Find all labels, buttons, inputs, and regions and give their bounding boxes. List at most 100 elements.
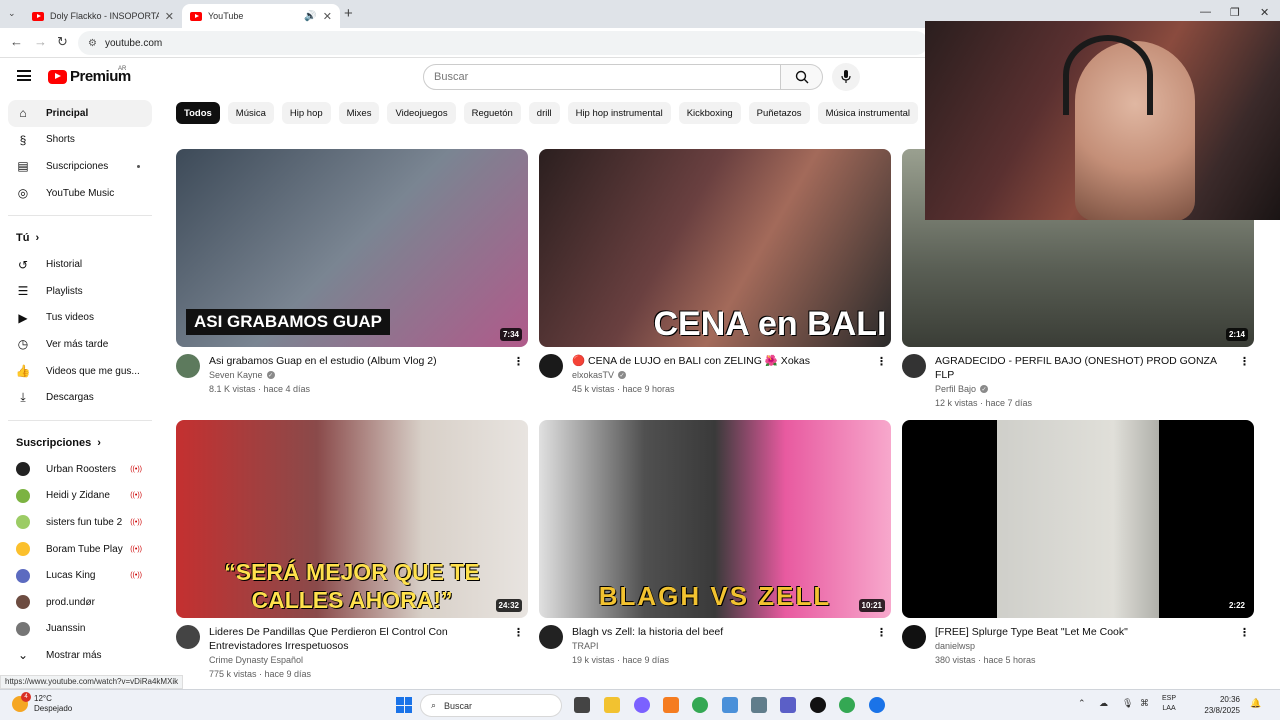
more-options-icon[interactable]: ⋮ (876, 355, 887, 368)
more-options-icon[interactable]: ⋮ (513, 355, 524, 368)
search-input[interactable] (434, 71, 780, 83)
video-title[interactable]: 🔴 CENA de LUJO en BALI con ZELING 🌺 Xoka… (572, 354, 891, 368)
chip-hip-hop[interactable]: Hip hop (281, 102, 331, 124)
more-options-icon[interactable]: ⋮ (1239, 626, 1250, 639)
sidebar-you-heading[interactable]: Tú › (8, 225, 152, 251)
sidebar-item-videos-que-me-gustan[interactable]: 👍 Videos que me gus... (8, 358, 152, 385)
channel-name[interactable]: elxokasTV (572, 370, 614, 380)
video-thumbnail[interactable]: ASI GRABAMOS GUAP 7:34 (176, 149, 528, 347)
url-field[interactable]: ⚙ youtube.com (78, 31, 928, 55)
video-thumbnail[interactable]: CENA en BALI (539, 149, 891, 347)
sidebar-show-more[interactable]: ⌄ Mostrar más (8, 642, 152, 669)
video-card[interactable]: “SERÁ MEJOR QUE TE CALLES AHORA!” 24:32 … (176, 420, 528, 679)
hamburger-menu-icon[interactable] (17, 70, 31, 81)
video-title[interactable]: [FREE] Splurge Type Beat "Let Me Cook" (935, 625, 1254, 639)
video-title[interactable]: AGRADECIDO - PERFIL BAJO (ONESHOT) PROD … (935, 354, 1254, 382)
video-title[interactable]: Lideres De Pandillas Que Perdieron El Co… (209, 625, 528, 653)
chevron-up-icon[interactable]: ⌃ (1078, 698, 1086, 709)
video-card[interactable]: BLAGH VS ZELL 10:21 Blagh vs Zell: la hi… (539, 420, 891, 665)
video-thumbnail[interactable]: “SERÁ MEJOR QUE TE CALLES AHORA!” 24:32 (176, 420, 528, 618)
channel-name[interactable]: Seven Kayne (209, 370, 263, 380)
tab-doly-flackko[interactable]: Doly Flackko - INSOPORTABLE ✕ (24, 4, 182, 28)
channel-name[interactable]: TRAPI (572, 641, 599, 651)
copilot-icon[interactable] (634, 697, 650, 713)
sidebar-item-principal[interactable]: ⌂ Principal (8, 100, 152, 127)
sidebar-sub-juanssin[interactable]: Juanssin (8, 616, 152, 643)
chip-todos[interactable]: Todos (176, 102, 220, 124)
network-icon[interactable]: ⌘ (1140, 698, 1149, 709)
sidebar-sub-lucas-king[interactable]: Lucas King ((•)) (8, 562, 152, 589)
sidebar-item-playlists[interactable]: ☰ Playlists (8, 278, 152, 305)
maximize-icon[interactable]: ❐ (1230, 6, 1240, 19)
close-tab-icon[interactable]: ✕ (165, 10, 174, 23)
chip-drill[interactable]: drill (528, 102, 560, 124)
youtube-premium-logo[interactable]: Premium AR (48, 66, 131, 85)
chip-musica-instrumental[interactable]: Música instrumental (817, 102, 919, 124)
chrome-icon[interactable] (692, 697, 708, 713)
sidebar-sub-boram-tube-play[interactable]: Boram Tube Play ((•)) (8, 536, 152, 563)
more-options-icon[interactable]: ⋮ (876, 626, 887, 639)
sidebar-item-shorts[interactable]: § Shorts (8, 127, 152, 154)
video-card[interactable]: 2:22 [FREE] Splurge Type Beat "Let Me Co… (902, 420, 1254, 665)
sidebar-subscriptions-heading[interactable]: Suscripciones › (8, 430, 152, 456)
sidebar-item-descargas[interactable]: ⤓ Descargas (8, 384, 152, 411)
chip-kickboxing[interactable]: Kickboxing (678, 102, 741, 124)
channel-name[interactable]: Crime Dynasty Español (209, 655, 303, 665)
video-thumbnail[interactable]: BLAGH VS ZELL 10:21 (539, 420, 891, 618)
chip-regueton[interactable]: Reguetón (463, 102, 521, 124)
minimize-icon[interactable]: — (1200, 6, 1211, 18)
back-icon[interactable]: ← (10, 34, 23, 49)
taskbar-search[interactable]: ⌕ Buscar (420, 694, 562, 717)
channel-name[interactable]: Perfil Bajo (935, 384, 976, 394)
sidebar-sub-sisters-fun-tube-2[interactable]: sisters fun tube 2 ((•)) (8, 509, 152, 536)
site-settings-icon[interactable]: ⚙ (88, 38, 97, 49)
sidebar-item-ver-mas-tarde[interactable]: ◷ Ver más tarde (8, 331, 152, 358)
calculator-icon[interactable] (751, 697, 767, 713)
language-indicator[interactable]: ESP LAA (1162, 694, 1176, 714)
chrome-icon[interactable] (839, 697, 855, 713)
app-icon[interactable] (663, 697, 679, 713)
sidebar-item-suscripciones[interactable]: ▤ Suscripciones (8, 153, 152, 180)
channel-avatar[interactable] (176, 625, 200, 649)
sidebar-sub-heidi-y-zidane[interactable]: Heidi y Zidane ((•)) (8, 483, 152, 510)
sidebar-sub-prod-undor[interactable]: prod.undør (8, 589, 152, 616)
channel-avatar[interactable] (176, 354, 200, 378)
video-title[interactable]: Blagh vs Zell: la historia del beef (572, 625, 891, 639)
chip-hip-hop-instrumental[interactable]: Hip hop instrumental (567, 102, 671, 124)
new-tab-icon[interactable]: + (344, 5, 353, 22)
video-thumbnail[interactable]: 2:22 (902, 420, 1254, 618)
close-window-icon[interactable]: ✕ (1260, 6, 1269, 19)
snipping-tool-icon[interactable] (722, 697, 738, 713)
voice-search-button[interactable] (832, 63, 860, 91)
windows-start-icon[interactable] (396, 697, 412, 713)
app-icon[interactable] (810, 697, 826, 713)
sidebar-item-youtube-music[interactable]: ◎ YouTube Music (8, 180, 152, 207)
chip-videojuegos[interactable]: Videojuegos (387, 102, 456, 124)
channel-avatar[interactable] (902, 625, 926, 649)
search-box[interactable] (423, 64, 781, 90)
forward-icon[interactable]: → (34, 34, 47, 49)
search-button[interactable] (781, 64, 823, 90)
chip-musica[interactable]: Música (227, 102, 274, 124)
tab-youtube[interactable]: YouTube 🔊 ✕ (182, 4, 340, 28)
video-card[interactable]: CENA en BALI 🔴 CENA de LUJO en BALI con … (539, 149, 891, 394)
microphone-icon[interactable]: 🎙 (1122, 698, 1133, 709)
speaker-icon[interactable]: 🔊 (304, 11, 316, 22)
reload-icon[interactable]: ↻ (57, 34, 68, 50)
sidebar-sub-urban-roosters[interactable]: Urban Roosters ((•)) (8, 456, 152, 483)
video-card[interactable]: ASI GRABAMOS GUAP 7:34 Asi grabamos Guap… (176, 149, 528, 394)
sidebar-item-tus-videos[interactable]: ▶ Tus videos (8, 305, 152, 332)
close-tab-icon[interactable]: ✕ (323, 10, 332, 23)
tab-search-icon[interactable]: ⌄ (8, 8, 16, 19)
task-view-icon[interactable] (574, 697, 590, 713)
more-options-icon[interactable]: ⋮ (1239, 355, 1250, 368)
weather-widget[interactable]: 4 12°C Despejado (12, 692, 72, 714)
teams-icon[interactable] (780, 697, 796, 713)
chrome-icon[interactable] (869, 697, 885, 713)
more-options-icon[interactable]: ⋮ (513, 626, 524, 639)
video-title[interactable]: Asi grabamos Guap en el estudio (Album V… (209, 354, 528, 368)
sidebar-item-historial[interactable]: ↺ Historial (8, 251, 152, 278)
onedrive-icon[interactable]: ☁ (1099, 698, 1108, 709)
channel-name[interactable]: danielwsp (935, 641, 975, 651)
system-clock[interactable]: 20:36 23/8/2025 (1200, 694, 1240, 716)
